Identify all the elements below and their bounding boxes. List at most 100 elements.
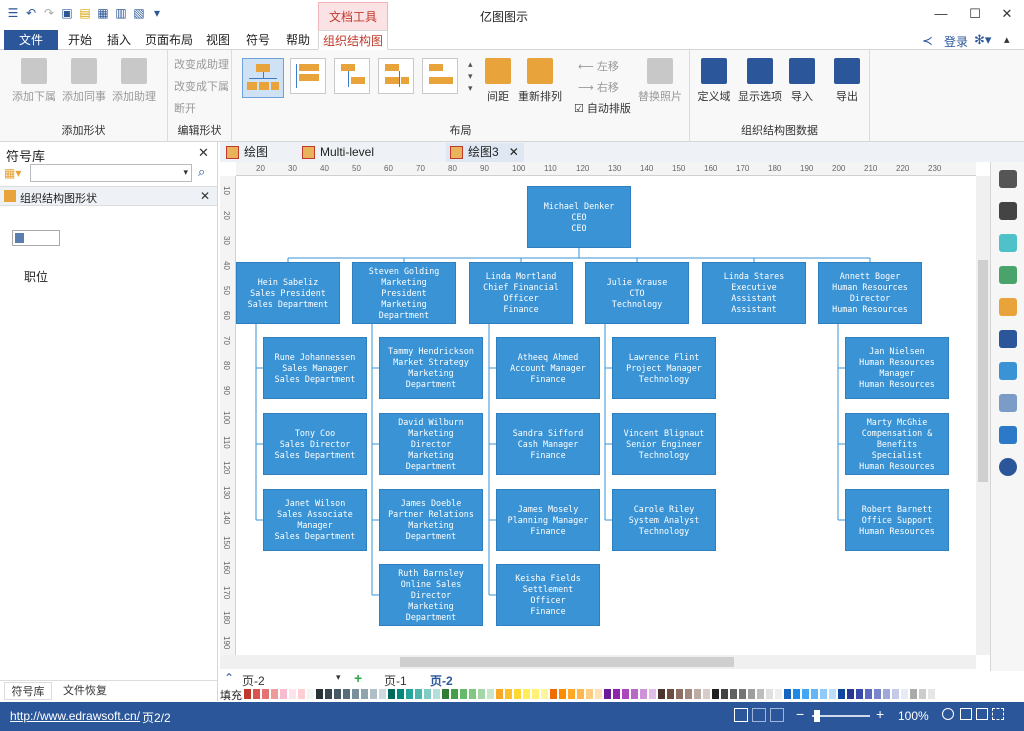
library-header[interactable]: 组织结构图形状 ✕ <box>0 186 217 206</box>
open-icon[interactable]: ▤ <box>78 6 92 20</box>
fit-width-icon[interactable] <box>960 708 972 720</box>
doc-tab-drawing3[interactable]: 绘图3 ✕ <box>446 143 524 162</box>
color-swatch[interactable] <box>694 689 701 699</box>
color-swatch[interactable] <box>559 689 566 699</box>
org-node-staff[interactable]: Janet Wilson Sales Associate Manager Sales … <box>263 489 367 551</box>
color-swatch[interactable] <box>424 689 431 699</box>
color-swatch[interactable] <box>730 689 737 699</box>
color-swatch[interactable] <box>784 689 791 699</box>
org-node-staff[interactable]: Tammy Hendrickson Market Strategy Marketin… <box>379 337 483 399</box>
zoom-out-icon[interactable]: − <box>796 706 804 722</box>
share-icon[interactable]: ≺ <box>922 33 933 49</box>
org-node-staff[interactable]: James Doeble Partner Relations Marketing De… <box>379 489 483 551</box>
tab-file-recovery[interactable]: 文件恢复 <box>56 682 114 700</box>
color-swatch[interactable] <box>721 689 728 699</box>
color-swatch[interactable] <box>928 689 935 699</box>
export-button[interactable]: 导出 <box>832 58 862 104</box>
disconnect-button[interactable]: 断开 <box>174 100 196 118</box>
org-node-vp[interactable]: Hein Sabeliz Sales President Sales Departm… <box>236 262 340 324</box>
color-swatch[interactable] <box>613 689 620 699</box>
page-icon[interactable] <box>999 330 1017 348</box>
color-swatch[interactable] <box>262 689 269 699</box>
maximize-icon[interactable]: ☐ <box>960 4 990 24</box>
org-node-staff[interactable]: Sandra Sifford Cash Manager Finance <box>496 413 600 475</box>
color-swatch[interactable] <box>541 689 548 699</box>
color-swatch[interactable] <box>433 689 440 699</box>
help-icon[interactable] <box>999 458 1017 476</box>
color-swatch[interactable] <box>739 689 746 699</box>
color-swatch[interactable] <box>253 689 260 699</box>
color-swatch[interactable] <box>703 689 710 699</box>
color-swatch[interactable] <box>334 689 341 699</box>
org-node-vp[interactable]: Steven Golding Marketing President Marketin… <box>352 262 456 324</box>
org-node-staff[interactable]: Robert Barnett Office Support Human Resour… <box>845 489 949 551</box>
color-swatch[interactable] <box>379 689 386 699</box>
org-node-vp[interactable]: Julie Krause CTO Technology <box>585 262 689 324</box>
minimize-icon[interactable]: — <box>926 4 956 24</box>
color-swatch[interactable] <box>847 689 854 699</box>
color-swatch[interactable] <box>550 689 557 699</box>
org-node-staff[interactable]: Keisha Fields Settlement Officer Finance <box>496 564 600 626</box>
color-swatch[interactable] <box>370 689 377 699</box>
color-swatch[interactable] <box>856 689 863 699</box>
color-swatch[interactable] <box>568 689 575 699</box>
add-assistant-button[interactable]: 添加助理 <box>110 58 158 104</box>
move-right-button[interactable]: ⟶ 右移 <box>578 79 619 97</box>
color-swatch[interactable] <box>496 689 503 699</box>
close-library-icon[interactable]: ✕ <box>200 189 210 203</box>
add-colleague-button[interactable]: 添加同事 <box>60 58 108 104</box>
org-node-staff[interactable]: David Wilburn Marketing Director Marketing D… <box>379 413 483 475</box>
vertical-scrollbar[interactable] <box>976 176 990 655</box>
view-page-icon[interactable] <box>752 708 766 722</box>
color-swatch[interactable] <box>487 689 494 699</box>
color-swatch[interactable] <box>271 689 278 699</box>
color-swatch[interactable] <box>865 689 872 699</box>
view-normal-icon[interactable] <box>734 708 748 722</box>
doc-tab-drawing1[interactable]: 绘图1✕ <box>222 143 290 178</box>
library-menu-icon[interactable]: ▦▾ <box>4 166 21 180</box>
color-swatch[interactable] <box>685 689 692 699</box>
org-node-staff[interactable]: Jan Nielsen Human Resources Manager Human R… <box>845 337 949 399</box>
new-icon[interactable]: ▣ <box>60 6 74 20</box>
fill-icon[interactable] <box>999 170 1017 188</box>
color-swatch[interactable] <box>577 689 584 699</box>
tab-symbol-library[interactable]: 符号库 <box>4 682 52 700</box>
comment-icon[interactable] <box>999 426 1017 444</box>
layout-gallery-scroll-icon[interactable]: ▴ ▾ ▾ <box>468 58 473 94</box>
color-swatch[interactable] <box>631 689 638 699</box>
org-node-staff[interactable]: Carole Riley System Analyst Technology <box>612 489 716 551</box>
color-swatch[interactable] <box>748 689 755 699</box>
color-swatch[interactable] <box>883 689 890 699</box>
file-tab[interactable]: 文件 <box>4 30 58 50</box>
add-subordinate-button[interactable]: 添加下属 <box>10 58 58 104</box>
doc-tab-multilevel[interactable]: Multi-level Circular✕ <box>298 143 438 178</box>
customize-icon[interactable]: ▾ <box>150 6 164 20</box>
app-menu-icon[interactable]: ☰ <box>6 6 20 20</box>
layout-style-4[interactable] <box>378 58 414 94</box>
move-left-button[interactable]: ⟵ 左移 <box>578 58 619 76</box>
horizontal-scrollbar[interactable] <box>220 655 976 669</box>
color-swatch[interactable] <box>838 689 845 699</box>
color-swatch[interactable] <box>766 689 773 699</box>
color-swatch[interactable] <box>316 689 323 699</box>
login-link[interactable]: 登录 <box>944 33 968 50</box>
color-swatch[interactable] <box>460 689 467 699</box>
org-node-staff[interactable]: Atheeq Ahmed Account Manager Finance <box>496 337 600 399</box>
close-icon[interactable]: ✕ <box>992 4 1022 24</box>
rearrange-button[interactable]: 重新排列 <box>516 58 564 104</box>
tab-help[interactable]: 帮助 <box>280 30 316 50</box>
color-swatch[interactable] <box>829 689 836 699</box>
color-swatch[interactable] <box>505 689 512 699</box>
color-swatch[interactable] <box>397 689 404 699</box>
layout-style-1[interactable] <box>242 58 284 98</box>
export-icon[interactable]: ▧ <box>132 6 146 20</box>
change-to-subordinate-button[interactable]: 改变成下属 <box>174 78 229 96</box>
save-icon[interactable]: ▦ <box>96 6 110 20</box>
color-swatch[interactable] <box>811 689 818 699</box>
tab-page-layout[interactable]: 页面布局 <box>142 30 196 50</box>
ribbon-collapse-icon[interactable]: ▴ <box>1004 33 1010 46</box>
org-node-staff[interactable]: Vincent Blignaut Senior Engineer Technolog… <box>612 413 716 475</box>
tab-view[interactable]: 视图 <box>200 30 236 50</box>
define-field-button[interactable]: 定义域 <box>696 58 732 104</box>
position-shape[interactable] <box>12 230 60 246</box>
